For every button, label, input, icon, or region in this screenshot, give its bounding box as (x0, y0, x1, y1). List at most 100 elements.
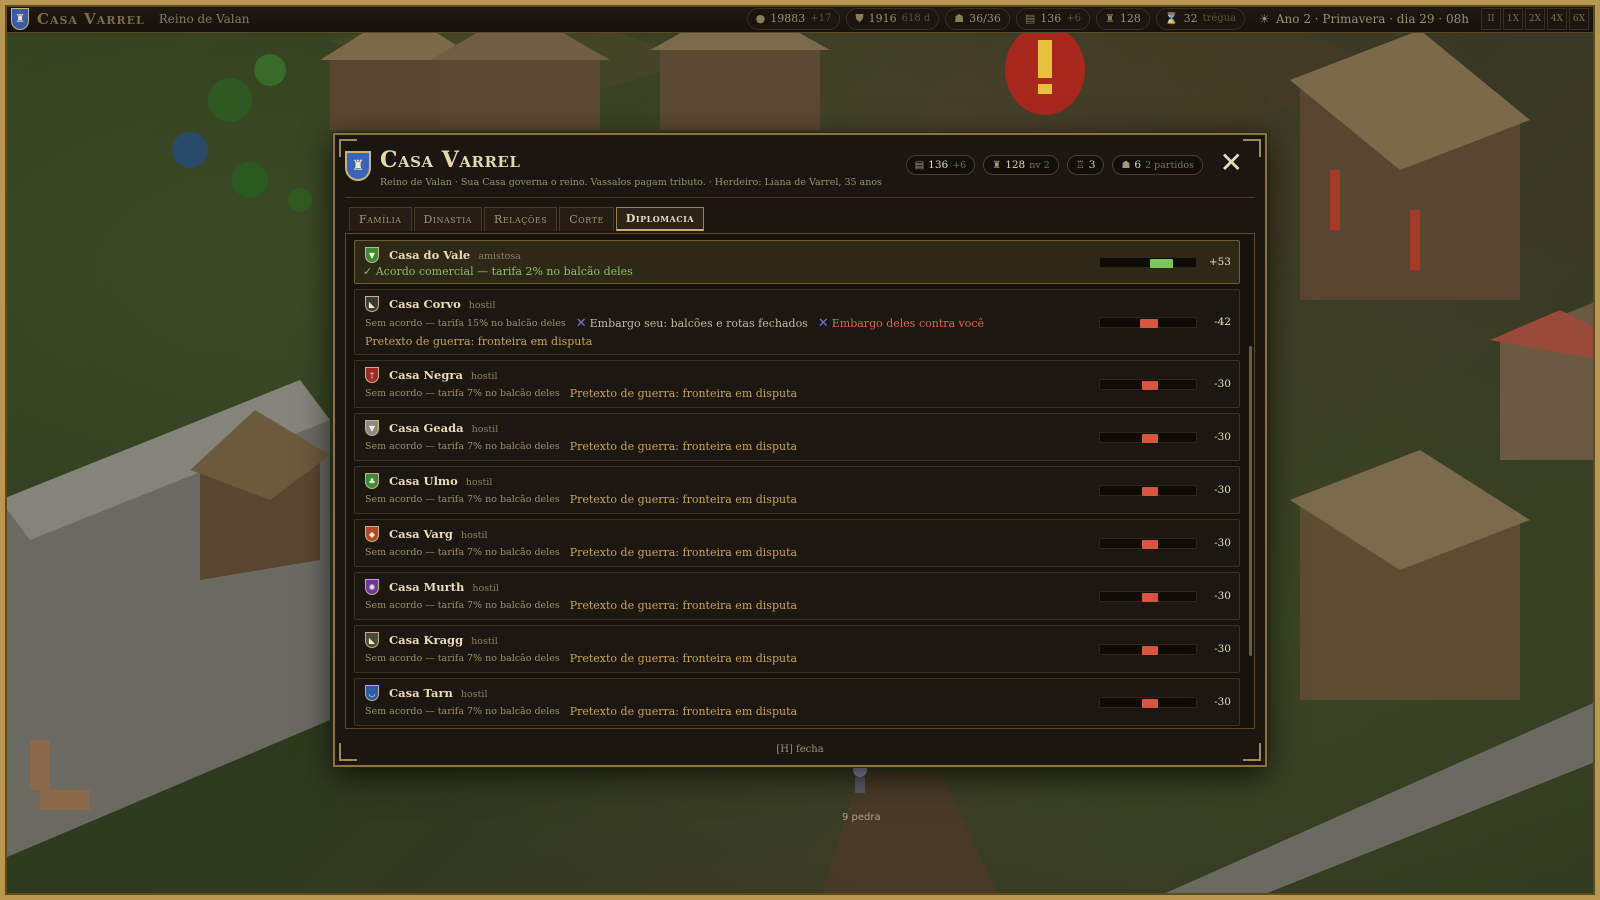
house-details: Sem acordo — tarifa 7% no balcão deles Pr… (365, 440, 797, 453)
house-status: hostil (470, 371, 498, 382)
resource-stat[interactable]: ▤ 136 +6 (1015, 7, 1091, 30)
date-display: ☀ Ano 2 · Primavera · dia 29 · 08h (1259, 12, 1469, 26)
house-name-text: Casa Geada (389, 421, 464, 435)
stat-value: 136 (928, 159, 949, 171)
house-status: hostil (471, 636, 498, 647)
speed-button[interactable]: 4X (1547, 7, 1567, 30)
house-row[interactable]: ▼ Casa Geada hostil Sem acordo — tarifa 7% … (354, 413, 1240, 461)
house-name-text: Casa Murth (389, 580, 465, 594)
speed-controls: II 1X 2X 4X 6X (1481, 7, 1589, 30)
resource-value: 19883 (770, 12, 806, 25)
tab-corte[interactable]: Corte (559, 207, 614, 231)
tab-dinastia[interactable]: Dinastia (413, 207, 483, 231)
house-status: hostil (471, 424, 499, 435)
speed-button[interactable]: 1X (1503, 7, 1523, 30)
house-details: Sem acordo — tarifa 7% no balcão deles Pr… (365, 705, 797, 718)
house-row[interactable]: † Casa Negra hostil Sem acordo — tarifa 7% … (354, 360, 1240, 408)
tab-diplomacia[interactable]: Diplomacia (615, 207, 705, 231)
house-name: Casa Kragg hostil (389, 633, 498, 647)
prestige-icon: ♜ (992, 159, 1002, 171)
tree (232, 162, 268, 198)
house-row[interactable]: ▼ Casa do Vale amistosa ✓ Acordo comercial … (354, 240, 1240, 284)
resource-stat[interactable]: ⌛ 32 trégua (1155, 7, 1246, 30)
embargo-icon: ✕ (817, 316, 829, 331)
frame-corner (1243, 139, 1261, 157)
embargo-ours: ✕ Embargo seu: balcões e rotas fechados (576, 316, 808, 331)
close-button[interactable]: ✕ (1220, 149, 1243, 177)
diplomacy-list[interactable]: ▼ Casa do Vale amistosa ✓ Acordo comercial … (345, 233, 1255, 729)
date-text: Ano 2 · Primavera · dia 29 · 08h (1275, 11, 1469, 26)
tariff-text: Sem acordo — tarifa 7% no balcão deles (365, 547, 560, 558)
stat-delta: 2 partidos (1145, 159, 1194, 171)
tab-família[interactable]: Família (349, 207, 412, 231)
hourglass-icon: ⌛ (1164, 12, 1179, 25)
house-row[interactable]: ◆ Casa Varg hostil Sem acordo — tarifa 7% n… (354, 519, 1240, 567)
dialog-stat: ▤ 136 +6 (905, 155, 976, 175)
resource-delta: trégua (1202, 13, 1237, 24)
stat-value: 6 (1134, 159, 1142, 171)
tree (254, 54, 286, 86)
relation-bar-fill (1142, 381, 1158, 390)
speed-button[interactable]: 6X (1569, 7, 1589, 30)
house-details: Sem acordo — tarifa 7% no balcão deles Pr… (365, 599, 797, 612)
house-name-text: Casa Corvo (389, 297, 461, 311)
house-row[interactable]: ◡ Casa Tarn hostil Sem acordo — tarifa 7% n… (354, 678, 1240, 726)
house-name: Casa Negra hostil (389, 368, 498, 382)
house-shield-icon: ◣ (365, 632, 379, 648)
house-status: hostil (460, 530, 488, 541)
house-name: Casa Varg hostil (389, 527, 488, 541)
shield-icon: ⛊ (855, 11, 864, 25)
house-crest-icon[interactable]: ♜ (11, 7, 29, 30)
house-details: Sem acordo — tarifa 7% no balcão deles Pr… (365, 387, 797, 400)
resource-stats: ● 19883 +17 ⛊ 1916 618 d ☗ 36/36 ▤ 136 +6 ♜ 128 ⌛ 32 tr… (746, 7, 1595, 30)
embargo-ours-text: Embargo seu: balcões e rotas fechados (589, 317, 808, 330)
resource-stat[interactable]: ● 19883 +17 (746, 7, 841, 30)
resource-stat[interactable]: ☗ 36/36 (945, 7, 1010, 30)
dialog-stat: ♜ 128 nv 2 (983, 155, 1059, 175)
house-status: hostil (465, 477, 493, 488)
relation-bar (1099, 317, 1197, 328)
speed-button[interactable]: 2X (1525, 7, 1545, 30)
casus-belli: Pretexto de guerra: fronteira em disputa (569, 705, 798, 718)
speed-button[interactable]: II (1481, 7, 1501, 30)
tariff-text: Sem acordo — tarifa 7% no balcão deles (365, 494, 560, 505)
relation-score: -30 (1214, 643, 1231, 655)
casus-belli: Pretexto de guerra: fronteira em disputa (569, 387, 798, 400)
house-details: Sem acordo — tarifa 7% no balcão deles Pr… (365, 546, 797, 559)
tab-bar: Família Dinastia Relações Corte Diplomacia (349, 207, 705, 231)
relation-score: -42 (1214, 316, 1231, 328)
house-name-text: Casa Kragg (389, 633, 464, 647)
scrollbar[interactable] (1249, 346, 1252, 656)
house-shield-icon: ▼ (365, 247, 379, 263)
house-details: Sem acordo — tarifa 15% no balcão deles ✕… (365, 316, 984, 331)
house-right-2 (1290, 450, 1530, 700)
stat-value: 3 (1088, 159, 1096, 171)
house-name: Casa Corvo hostil (389, 297, 495, 311)
resource-value: 1916 (868, 12, 897, 25)
house-row[interactable]: ◣ Casa Corvo hostil Sem acordo — tarifa 15%… (354, 289, 1240, 355)
embargo-theirs-text: Embargo deles contra você (831, 317, 985, 330)
relation-bar (1099, 379, 1197, 390)
tariff-text: Sem acordo — tarifa 7% no balcão deles (365, 600, 560, 611)
relation-bar-fill (1150, 259, 1173, 268)
house-row[interactable]: ♣ Casa Ulmo hostil Sem acordo — tarifa 7% n… (354, 466, 1240, 514)
relation-bar-fill (1142, 434, 1158, 443)
house-shield-icon: ✺ (365, 579, 379, 595)
stat-value: 128 (1005, 159, 1026, 171)
relation-score: -30 (1214, 484, 1231, 496)
close-hint: [H] fecha (776, 744, 824, 755)
resource-stat[interactable]: ♜ 128 (1096, 7, 1150, 30)
house-row[interactable]: ✺ Casa Murth hostil Sem acordo — tarifa 7% … (354, 572, 1240, 620)
resource-list: ● 19883 +17 ⛊ 1916 618 d ☗ 36/36 ▤ 136 +6 ♜ 128 ⌛ 32 tr… (746, 7, 1246, 30)
house-row[interactable]: ◣ Casa Kragg hostil Sem acordo — tarifa 7% … (354, 625, 1240, 673)
house-name: Casa Geada hostil (389, 421, 498, 435)
resource-stat[interactable]: ⛊ 1916 618 d (846, 7, 940, 30)
dialog-title: Casa Varrel (380, 147, 521, 173)
tab-relações[interactable]: Relações (484, 207, 558, 231)
faction-icon: ☗ (1121, 159, 1131, 171)
tariff-text: Sem acordo — tarifa 7% no balcão deles (365, 653, 560, 664)
relation-bar (1099, 432, 1197, 443)
trade-agreement: ✓ Acordo comercial — tarifa 2% no balcão… (363, 265, 633, 278)
house-right-3 (1490, 300, 1600, 460)
relation-bar-fill (1142, 593, 1158, 602)
